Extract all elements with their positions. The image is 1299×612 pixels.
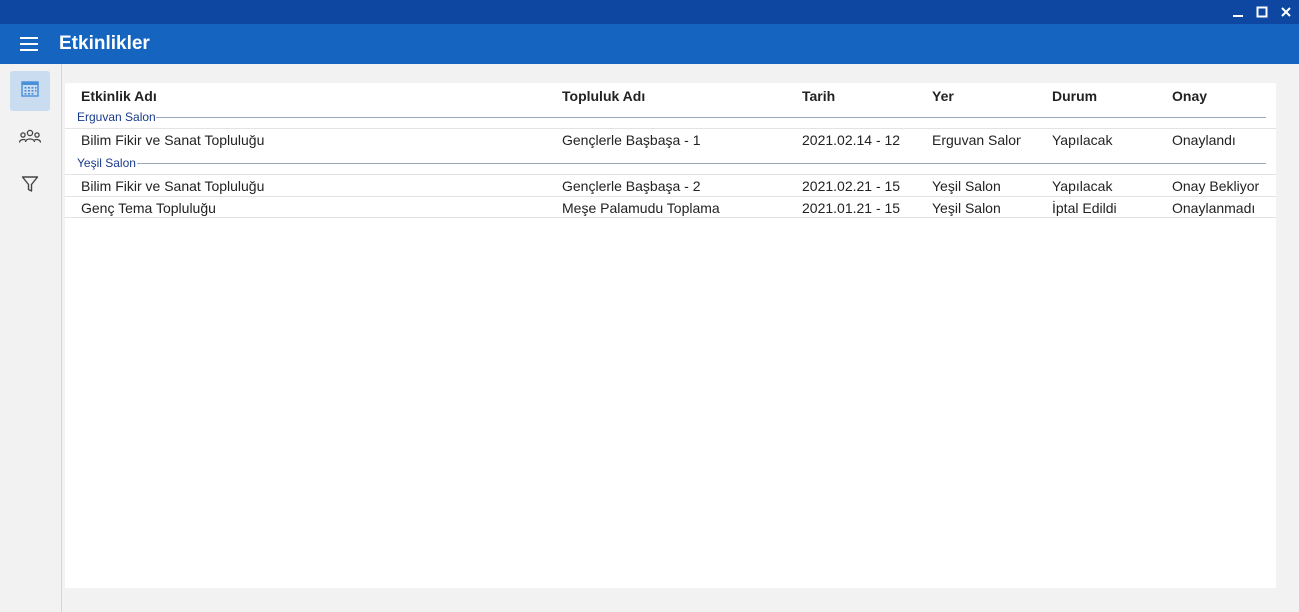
column-header-community-name[interactable]: Topluluk Adı [562,88,645,104]
cell-community-name: Gençlerle Başbaşa - 2 [562,178,701,194]
group-divider [156,117,1266,118]
cell-event-name: Bilim Fikir ve Sanat Topluluğu [81,178,265,194]
cell-community-name: Meşe Palamudu Toplama [562,200,720,216]
cell-status: Yapılacak [1052,132,1113,148]
cell-date: 2021.01.21 - 15 [802,200,901,216]
cell-date: 2021.02.21 - 15 [802,178,901,194]
cell-status: Yapılacak [1052,178,1113,194]
cell-community-name: Gençlerle Başbaşa - 1 [562,132,701,148]
sidebar-item-communities[interactable] [10,119,50,159]
table-row[interactable]: Bilim Fikir ve Sanat Topluluğu Gençlerle… [65,128,1276,150]
column-header-place[interactable]: Yer [932,88,954,104]
calendar-icon [20,79,40,104]
cell-event-name: Genç Tema Topluluğu [81,200,216,216]
group-header: Yeşil Salon [65,156,1276,172]
table-row[interactable]: Genç Tema Topluluğu Meşe Palamudu Toplam… [65,196,1276,218]
cell-date: 2021.02.14 - 12 [802,132,901,148]
window-titlebar [0,0,1299,24]
table-row[interactable]: Bilim Fikir ve Sanat Topluluğu Gençlerle… [65,174,1276,196]
page-title: Etkinlikler [59,33,150,54]
maximize-icon[interactable] [1253,3,1271,21]
hamburger-menu-icon[interactable] [16,34,44,54]
cell-event-name: Bilim Fikir ve Sanat Topluluğu [81,132,265,148]
filter-icon [20,174,40,199]
cell-status: İptal Edildi [1052,200,1117,216]
cell-approval: Onay Bekliyor [1172,178,1260,194]
group-label: Erguvan Salon [77,110,156,124]
events-table: Etkinlik Adı Topluluk Adı Tarih Yer Duru… [65,83,1276,588]
sidebar [0,64,62,612]
column-header-approval[interactable]: Onay [1172,88,1207,104]
close-icon[interactable] [1277,3,1295,21]
cell-approval: Onaylandı [1172,132,1236,148]
sidebar-item-filter[interactable] [10,166,50,206]
cell-place: Yeşil Salon [932,200,1001,216]
group-label: Yeşil Salon [77,156,136,170]
app-bar: Etkinlikler [0,24,1299,64]
community-icon [18,127,42,152]
column-header-event-name[interactable]: Etkinlik Adı [81,88,157,104]
column-header-status[interactable]: Durum [1052,88,1097,104]
minimize-icon[interactable] [1229,3,1247,21]
group-divider [137,163,1266,164]
cell-approval: Onaylanmadı [1172,200,1256,216]
sidebar-item-calendar[interactable] [10,71,50,111]
cell-place: Yeşil Salon [932,178,1001,194]
group-header: Erguvan Salon [65,110,1276,126]
cell-place: Erguvan Salon [932,132,1021,148]
column-header-date[interactable]: Tarih [802,88,835,104]
